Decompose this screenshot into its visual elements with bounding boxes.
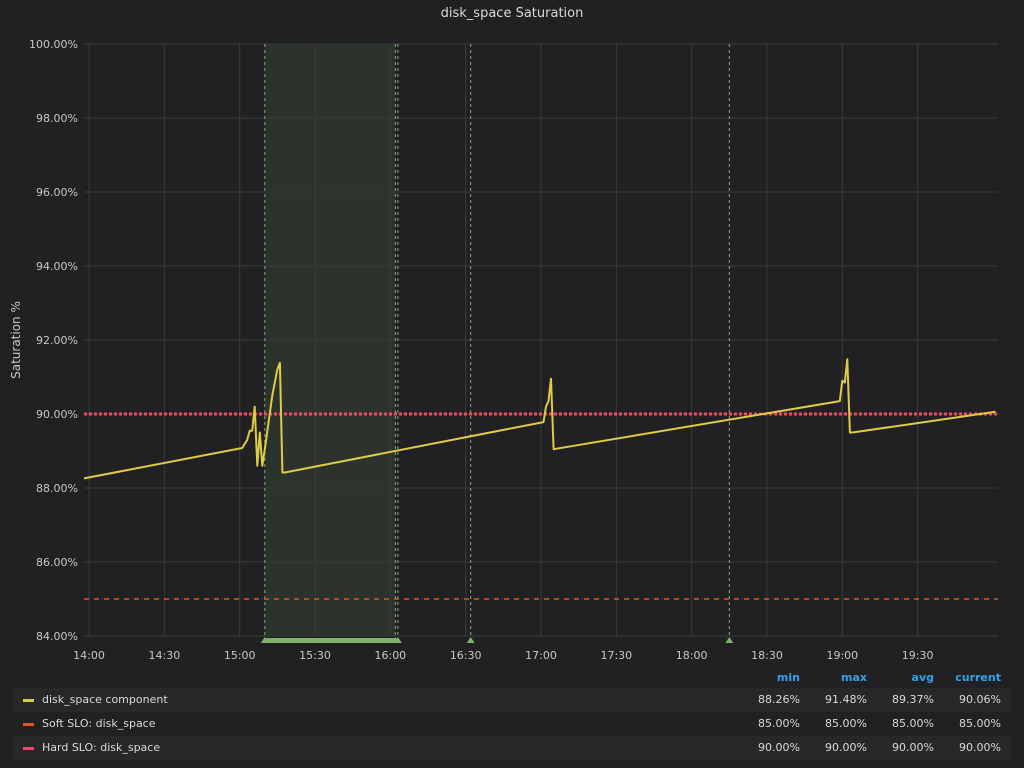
legend-row-component[interactable]: disk_space component 88.26% 91.48% 89.37… <box>13 688 1011 712</box>
legend-value-current: 90.06% <box>959 693 1001 706</box>
y-tick-label: 90.00% <box>36 408 78 421</box>
legend-table: min max avg current disk_space component… <box>13 668 1011 760</box>
graph-panel: disk_space Saturation 84.00% 86.00% 88.00%… <box>0 0 1024 768</box>
legend-value-avg: 85.00% <box>892 717 934 730</box>
y-tick-label: 96.00% <box>36 186 78 199</box>
legend-series-name[interactable]: Soft SLO: disk_space <box>42 717 156 730</box>
legend-col-avg[interactable]: avg <box>864 671 934 684</box>
x-tick-label: 17:00 <box>525 649 557 662</box>
legend-value-max: 85.00% <box>825 717 867 730</box>
legend-swatch-soft-slo[interactable] <box>23 723 34 726</box>
legend-value-max: 91.48% <box>825 693 867 706</box>
annotation-marker <box>466 637 475 643</box>
legend-swatch-hard-slo[interactable] <box>23 747 34 750</box>
legend-series-name[interactable]: Hard SLO: disk_space <box>42 741 160 754</box>
annotation-region-bar <box>264 638 396 643</box>
y-axis-label: Saturation % <box>9 301 23 379</box>
legend-series-name[interactable]: disk_space component <box>42 693 168 706</box>
legend-value-min: 85.00% <box>758 717 800 730</box>
x-tick-label: 15:30 <box>299 649 331 662</box>
legend-header: min max avg current <box>13 668 1011 688</box>
legend-row-hard-slo[interactable]: Hard SLO: disk_space 90.00% 90.00% 90.00… <box>13 736 1011 760</box>
legend-col-min[interactable]: min <box>730 671 800 684</box>
y-tick-label: 100.00% <box>29 38 78 51</box>
legend-value-current: 85.00% <box>959 717 1001 730</box>
x-tick-label: 14:30 <box>149 649 181 662</box>
legend-value-current: 90.00% <box>959 741 1001 754</box>
legend-col-max[interactable]: max <box>797 671 867 684</box>
y-tick-label: 88.00% <box>36 482 78 495</box>
legend-value-max: 90.00% <box>825 741 867 754</box>
y-tick-label: 84.00% <box>36 630 78 643</box>
x-tick-label: 18:30 <box>751 649 783 662</box>
y-tick-label: 98.00% <box>36 112 78 125</box>
legend-col-current[interactable]: current <box>931 671 1001 684</box>
legend-value-avg: 90.00% <box>892 741 934 754</box>
y-tick-label: 86.00% <box>36 556 78 569</box>
annotation-marker <box>725 637 734 643</box>
x-tick-label: 15:00 <box>224 649 256 662</box>
x-tick-label: 14:00 <box>73 649 105 662</box>
legend-value-min: 90.00% <box>758 741 800 754</box>
chart-area[interactable]: 84.00% 86.00% 88.00% 90.00% 92.00% 94.00% 96.0… <box>0 0 1024 665</box>
x-tick-label: 19:00 <box>826 649 858 662</box>
x-tick-label: 19:30 <box>902 649 934 662</box>
y-tick-label: 92.00% <box>36 334 78 347</box>
legend-value-avg: 89.37% <box>892 693 934 706</box>
x-tick-label: 18:00 <box>676 649 708 662</box>
x-tick-label: 16:30 <box>450 649 482 662</box>
legend-value-min: 88.26% <box>758 693 800 706</box>
legend-swatch-component[interactable] <box>23 699 34 702</box>
x-tick-label: 16:00 <box>374 649 406 662</box>
x-tick-label: 17:30 <box>600 649 632 662</box>
legend-row-soft-slo[interactable]: Soft SLO: disk_space 85.00% 85.00% 85.00… <box>13 712 1011 736</box>
y-tick-label: 94.00% <box>36 260 78 273</box>
series-line-disk-space-component <box>83 358 996 480</box>
